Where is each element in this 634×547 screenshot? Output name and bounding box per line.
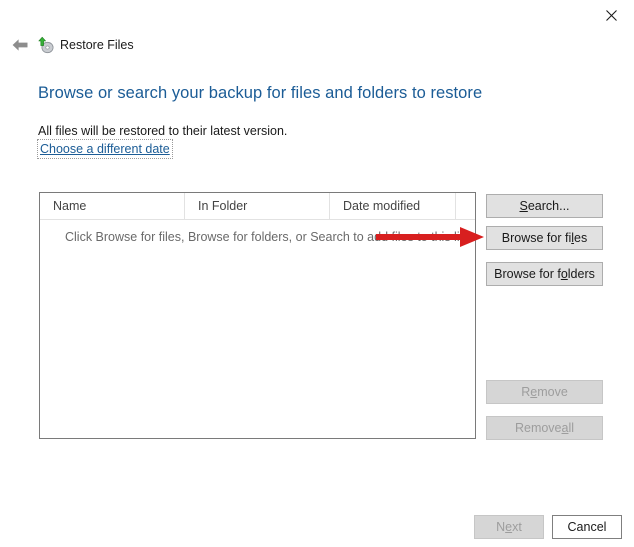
file-list-view[interactable]: Name In Folder Date modified Click Brows… <box>39 192 476 439</box>
next-label-a: N <box>496 520 505 534</box>
search-button[interactable]: Search... <box>486 194 603 218</box>
back-arrow-icon <box>11 38 29 52</box>
next-button[interactable]: Next <box>474 515 544 539</box>
column-header-spacer[interactable] <box>456 193 476 219</box>
column-header-date-modified[interactable]: Date modified <box>330 193 456 219</box>
restore-files-icon <box>37 36 55 54</box>
remove-all-label-b: ll <box>568 421 574 435</box>
window-title: Restore Files <box>60 38 134 52</box>
close-icon <box>606 10 617 21</box>
remove-button[interactable]: Remove <box>486 380 603 404</box>
browse-folders-accel: o <box>561 267 568 281</box>
choose-different-date-focus-ring: Choose a different date <box>37 139 173 159</box>
remove-label-a: R <box>521 385 530 399</box>
column-header-in-folder[interactable]: In Folder <box>185 193 330 219</box>
column-header-name[interactable]: Name <box>40 193 185 219</box>
navigation-bar: Restore Files <box>0 31 634 61</box>
choose-different-date-link[interactable]: Choose a different date <box>40 142 170 156</box>
back-button[interactable] <box>8 33 32 57</box>
browse-folders-label-a: Browse for f <box>494 267 561 281</box>
next-label-b: xt <box>512 520 522 534</box>
restore-version-note: All files will be restored to their late… <box>38 124 287 138</box>
title-bar <box>0 0 634 30</box>
remove-all-button[interactable]: Remove all <box>486 416 603 440</box>
cancel-button[interactable]: Cancel <box>552 515 622 539</box>
remove-accel: e <box>530 385 537 399</box>
remove-all-label-a: Remove <box>515 421 562 435</box>
file-list-header: Name In Folder Date modified <box>40 193 475 220</box>
file-list-empty-message: Click Browse for files, Browse for folde… <box>65 230 473 244</box>
search-button-label: earch... <box>528 199 570 213</box>
browse-folders-label-b: lders <box>568 267 595 281</box>
search-button-accel: S <box>519 199 527 213</box>
browse-files-label-b: es <box>574 231 587 245</box>
browse-for-folders-button[interactable]: Browse for folders <box>486 262 603 286</box>
close-button[interactable] <box>589 0 634 30</box>
remove-label-b: move <box>537 385 568 399</box>
next-accel: e <box>505 520 512 534</box>
page-title: Browse or search your backup for files a… <box>38 84 482 103</box>
browse-for-files-button[interactable]: Browse for files <box>486 226 603 250</box>
remove-all-accel: a <box>562 421 569 435</box>
browse-files-label-a: Browse for fi <box>502 231 571 245</box>
